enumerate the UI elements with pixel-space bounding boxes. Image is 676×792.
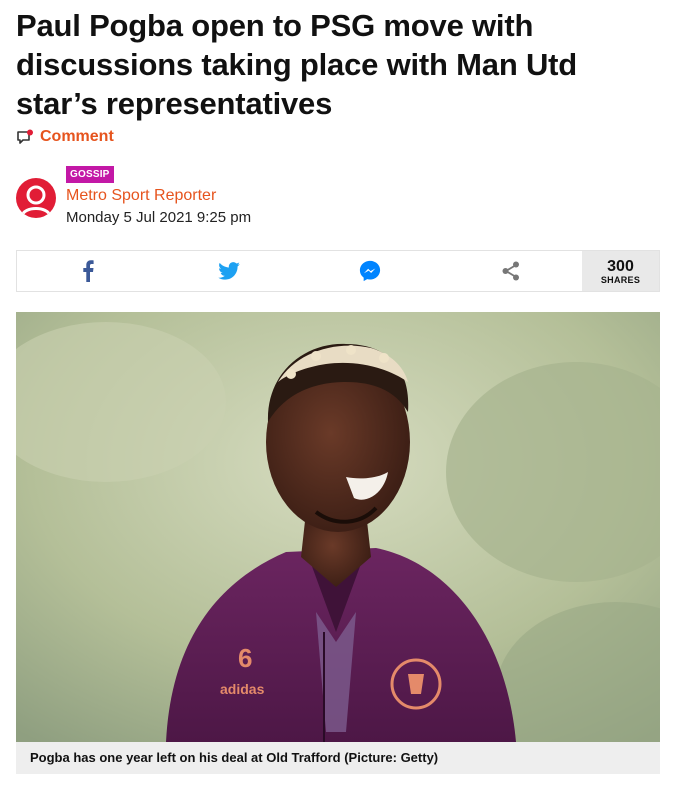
twitter-icon bbox=[218, 262, 240, 280]
share-count-number: 300 bbox=[607, 257, 634, 275]
comment-icon bbox=[17, 129, 33, 144]
author-avatar[interactable] bbox=[16, 178, 56, 218]
article-hero-image: 6 adidas bbox=[16, 312, 660, 742]
publish-date: Monday 5 Jul 2021 9:25 pm bbox=[66, 209, 252, 226]
shirt-number: 6 bbox=[238, 643, 252, 673]
byline: GOSSIP Metro Sport Reporter Monday 5 Jul… bbox=[16, 166, 656, 230]
article-headline: Paul Pogba open to PSG move with discuss… bbox=[16, 8, 578, 121]
comment-link[interactable]: Comment bbox=[16, 128, 114, 146]
user-avatar-icon bbox=[20, 185, 52, 217]
facebook-share-button[interactable] bbox=[17, 251, 158, 291]
facebook-icon bbox=[82, 260, 94, 282]
share-bar: 300 SHARES bbox=[16, 250, 660, 292]
share-icon bbox=[502, 261, 520, 281]
twitter-share-button[interactable] bbox=[158, 251, 299, 291]
image-caption: Pogba has one year left on his deal at O… bbox=[16, 742, 660, 774]
comment-label: Comment bbox=[40, 128, 114, 145]
share-count-label: SHARES bbox=[600, 274, 641, 285]
messenger-icon bbox=[360, 260, 381, 282]
share-count: 300 SHARES bbox=[582, 251, 659, 291]
share-button[interactable] bbox=[441, 251, 582, 291]
category-tag[interactable]: GOSSIP bbox=[66, 166, 114, 183]
author-name-link[interactable]: Metro Sport Reporter bbox=[66, 187, 216, 205]
player-photo: 6 adidas bbox=[16, 312, 660, 742]
messenger-share-button[interactable] bbox=[300, 251, 441, 291]
shirt-brand: adidas bbox=[220, 681, 265, 697]
